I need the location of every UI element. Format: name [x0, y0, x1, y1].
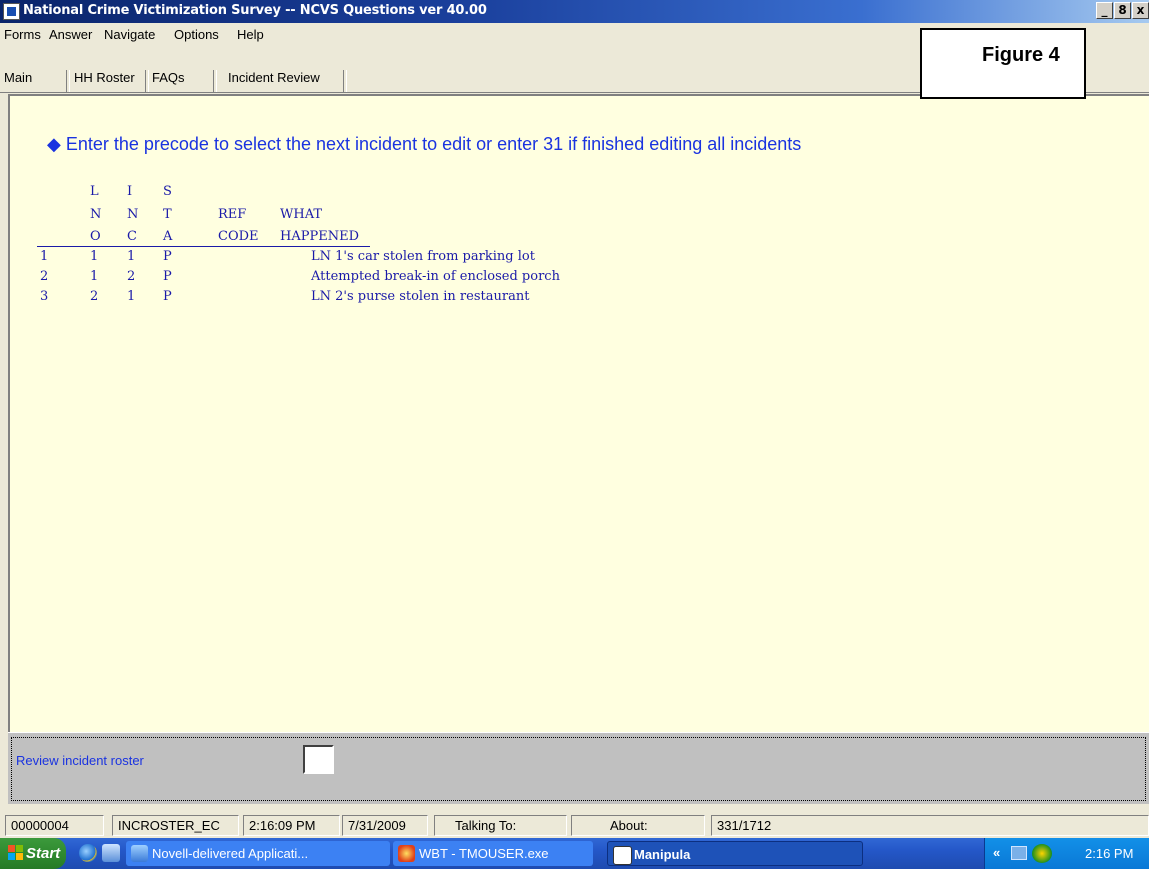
- tab-incident-review[interactable]: Incident Review: [228, 70, 320, 85]
- tab-faqs[interactable]: FAQs: [152, 70, 185, 85]
- header-inc: I: [127, 184, 133, 199]
- show-desktop-icon[interactable]: [102, 844, 120, 862]
- figure-label-box: Figure 4: [920, 28, 1086, 99]
- row-inc: 2: [127, 269, 136, 284]
- start-label: Start: [26, 845, 61, 862]
- maximize-button[interactable]: 8: [1114, 2, 1131, 19]
- menu-options[interactable]: Options: [174, 27, 219, 42]
- start-button[interactable]: Start: [0, 838, 66, 869]
- app-icon[interactable]: [3, 3, 20, 20]
- tab-separator: [343, 70, 347, 92]
- taskbar-item-manipula[interactable]: Manipula: [607, 841, 863, 866]
- menu-answer[interactable]: Answer: [49, 27, 92, 42]
- clock: 2:16 PM: [1085, 846, 1134, 861]
- header-inc: N: [127, 207, 139, 222]
- taskbar-item-label: Manipula: [634, 847, 691, 862]
- taskbar-item-wbt[interactable]: WBT - TMOUSER.exe: [393, 841, 593, 866]
- row-sta: P: [163, 249, 172, 264]
- row-inc: 1: [127, 249, 136, 264]
- window-controls: _ 8 x: [1095, 2, 1149, 21]
- row-what-happened: LN 2's purse stolen in restaurant: [311, 289, 530, 304]
- row-number[interactable]: 2: [40, 269, 48, 284]
- status-talking-to: Talking To:: [434, 815, 567, 836]
- figure-label: Figure 4: [982, 44, 1060, 66]
- tray-app-icon[interactable]: [1032, 844, 1052, 863]
- tab-separator: [66, 70, 70, 92]
- status-case-id: 00000004: [5, 815, 104, 836]
- answer-field-frame: Review incident roster: [11, 737, 1146, 801]
- header-sta: S: [163, 184, 172, 199]
- row-lno: 1: [90, 249, 99, 264]
- tray-expand-chevron[interactable]: «: [993, 845, 1000, 860]
- taskbar-item-label: WBT - TMOUSER.exe: [419, 846, 549, 861]
- header-underline: [37, 246, 370, 247]
- menu-navigate[interactable]: Navigate: [104, 27, 155, 42]
- status-field-name: INCROSTER_EC: [112, 815, 239, 836]
- taskbar-item-novell[interactable]: Novell-delivered Applicati...: [126, 841, 390, 866]
- taskbar-item-label: Novell-delivered Applicati...: [152, 846, 309, 861]
- row-sta: P: [163, 269, 172, 284]
- wbt-app-icon: [398, 845, 415, 862]
- status-time: 2:16:09 PM: [243, 815, 340, 836]
- tab-hh-roster[interactable]: HH Roster: [74, 70, 135, 85]
- question-text: ◆ Enter the precode to select the next i…: [47, 134, 802, 154]
- header-ref: CODE: [218, 229, 259, 244]
- tab-separator: [145, 70, 149, 92]
- header-inc: C: [127, 229, 137, 244]
- status-about: About:: [571, 815, 705, 836]
- header-ref: REF: [218, 207, 247, 222]
- question-pane: ◆ Enter the precode to select the next i…: [8, 94, 1149, 732]
- close-button[interactable]: x: [1132, 2, 1149, 19]
- header-sta: T: [163, 207, 172, 222]
- manipula-app-icon: [613, 846, 632, 865]
- status-counter: 331/1712: [711, 815, 1149, 836]
- row-what-happened: Attempted break-in of enclosed porch: [311, 269, 560, 284]
- taskbar: Start Novell-delivered Applicati... WBT …: [0, 838, 1149, 869]
- menu-forms[interactable]: Forms: [4, 27, 41, 42]
- field-prompt: Review incident roster: [16, 753, 144, 768]
- answer-input[interactable]: [303, 745, 334, 774]
- status-date: 7/31/2009: [342, 815, 428, 836]
- network-icon[interactable]: [1011, 846, 1027, 860]
- row-what-happened: LN 1's car stolen from parking lot: [311, 249, 535, 264]
- header-what: HAPPENED: [280, 229, 359, 244]
- header-lno: N: [90, 207, 102, 222]
- minimize-button[interactable]: _: [1096, 2, 1113, 19]
- row-sta: P: [163, 289, 172, 304]
- system-tray: « 2:16 PM: [984, 838, 1149, 869]
- row-number[interactable]: 1: [40, 249, 48, 264]
- header-sta: A: [163, 229, 173, 244]
- row-inc: 1: [127, 289, 136, 304]
- row-number[interactable]: 3: [40, 289, 48, 304]
- row-lno: 1: [90, 269, 99, 284]
- title-bar: National Crime Victimization Survey -- N…: [0, 0, 1149, 23]
- tab-separator: [213, 70, 217, 92]
- internet-explorer-icon[interactable]: [79, 844, 97, 862]
- menu-help[interactable]: Help: [237, 27, 264, 42]
- answer-pane: Review incident roster: [8, 732, 1149, 804]
- window-title: National Crime Victimization Survey -- N…: [23, 3, 487, 18]
- status-bar: 00000004 INCROSTER_EC 2:16:09 PM 7/31/20…: [0, 812, 1149, 838]
- header-what: WHAT: [280, 207, 323, 222]
- header-lno: L: [90, 184, 99, 199]
- header-lno: O: [90, 229, 101, 244]
- row-lno: 2: [90, 289, 99, 304]
- windows-flag-icon: [8, 845, 23, 860]
- novell-app-icon: [131, 845, 148, 862]
- tab-main[interactable]: Main: [4, 70, 32, 85]
